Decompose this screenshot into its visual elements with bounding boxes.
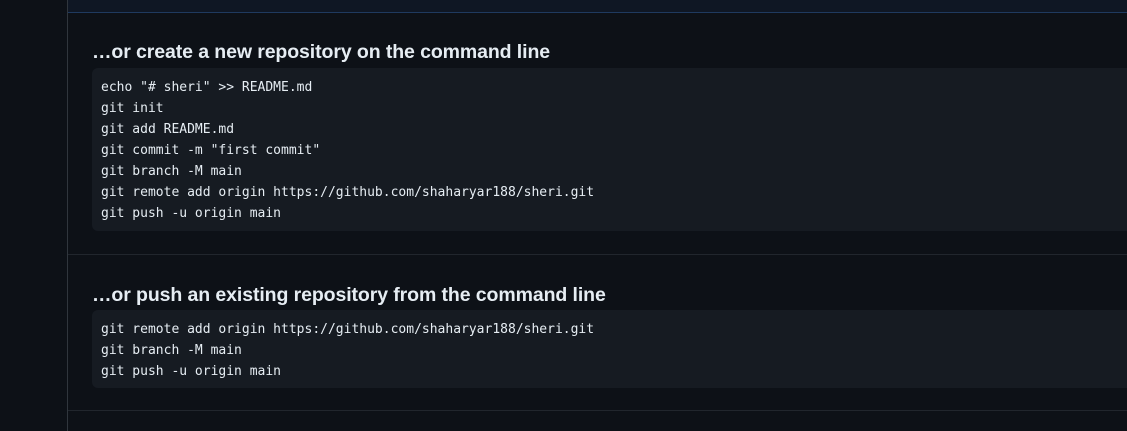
push-existing-code-block[interactable]: git remote add origin https://github.com… — [92, 310, 1127, 388]
next-section-divider — [68, 410, 1127, 431]
quick-setup-panel: …or create a new repository on the comma… — [67, 0, 1127, 431]
code-line: git commit -m "first commit" — [101, 143, 321, 158]
code-line: git init — [101, 101, 164, 116]
create-repo-title: …or create a new repository on the comma… — [92, 41, 550, 63]
code-line: git add README.md — [101, 122, 235, 137]
code-line: echo "# sheri" >> README.md — [101, 80, 313, 95]
code-line: git push -u origin main — [101, 364, 282, 379]
code-line: git push -u origin main — [101, 206, 282, 221]
top-banner — [68, 0, 1127, 13]
code-line: git remote add origin https://github.com… — [101, 185, 595, 200]
code-line: git branch -M main — [101, 164, 242, 179]
push-existing-title: …or push an existing repository from the… — [92, 284, 606, 306]
code-line: git remote add origin https://github.com… — [101, 322, 595, 337]
push-existing-section: …or push an existing repository from the… — [68, 254, 1127, 411]
create-repo-code-block[interactable]: echo "# sheri" >> README.md git init git a… — [92, 68, 1127, 231]
code-line: git branch -M main — [101, 343, 242, 358]
left-gutter — [0, 0, 67, 431]
create-repo-section: …or create a new repository on the comma… — [68, 14, 1127, 254]
